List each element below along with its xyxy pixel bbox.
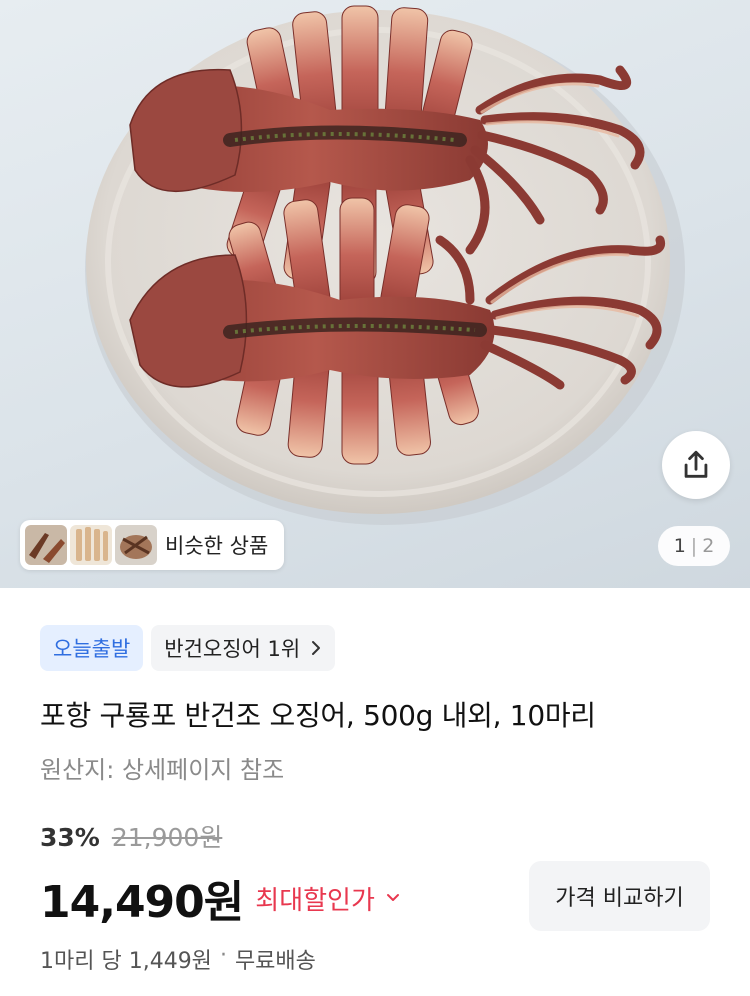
original-price: 21,900원 [111,823,223,852]
discount-row: 33% 21,900원 [40,818,222,854]
product-title: 포항 구룡포 반건조 오징어, 500g 내외, 10마리 [40,699,596,732]
unit-price-row: 1마리 당 1,449원 · 무료배송 [40,943,316,975]
similar-product-thumbnails [25,525,157,565]
product-origin: 원산지: 상세페이지 참조 [40,756,285,784]
price-compare-button[interactable]: 가격 비교하기 [529,861,710,931]
product-image[interactable]: 비슷한 상품 1 | 2 [0,0,750,588]
current-page: 1 [673,535,686,557]
shipping-info: 무료배송 [234,949,316,974]
grilled-squid-photo [85,5,685,525]
sale-price: 14,490원 [40,877,244,928]
page-separator: | [690,535,698,557]
max-discount-toggle[interactable]: 최대할인가 [255,880,401,917]
category-rank-label: 반건오징어 1위 [164,637,301,661]
separator-dot: · [219,943,227,968]
similar-product-thumbnail [115,525,157,565]
similar-product-thumbnail [70,525,112,565]
share-button[interactable] [662,431,730,499]
discount-rate: 33% [40,823,100,852]
image-page-indicator: 1 | 2 [658,526,730,566]
chevron-right-icon [312,641,321,655]
badge-row: 오늘출발 반건오징어 1위 [40,625,336,671]
similar-products-label: 비슷한 상품 [165,534,269,558]
category-rank-badge[interactable]: 반건오징어 1위 [151,625,336,671]
unit-price: 1마리 당 1,449원 [40,949,212,974]
today-shipping-label: 오늘출발 [53,637,131,661]
chevron-down-icon [386,894,399,901]
max-discount-label: 최대할인가 [255,885,375,916]
today-shipping-badge: 오늘출발 [40,625,144,671]
price-compare-label: 가격 비교하기 [555,886,684,911]
total-pages: 2 [702,535,715,557]
price-row: 14,490원 최대할인가 [40,866,401,930]
similar-products-button[interactable]: 비슷한 상품 [20,520,285,570]
similar-product-thumbnail [25,525,67,565]
share-icon [684,450,708,478]
